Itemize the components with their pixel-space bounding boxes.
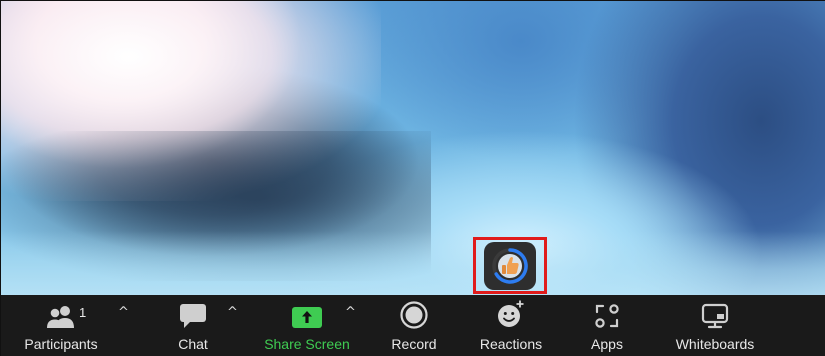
chat-options-caret[interactable]: ^ bbox=[227, 305, 238, 320]
reactions-label: Reactions bbox=[479, 336, 543, 352]
whiteboards-button[interactable]: Whiteboards bbox=[670, 295, 760, 356]
meeting-window: Participants 1 ^ Chat ^ Share Screen ^ R… bbox=[0, 0, 825, 356]
apps-button[interactable]: Apps bbox=[587, 295, 627, 356]
apps-icon bbox=[595, 304, 619, 328]
share-screen-options-caret[interactable]: ^ bbox=[345, 305, 356, 320]
chat-icon bbox=[180, 304, 206, 328]
participants-button[interactable]: Participants bbox=[20, 295, 102, 356]
share-screen-icon bbox=[292, 307, 322, 328]
video-feed bbox=[1, 1, 825, 295]
whiteboards-icon bbox=[701, 303, 729, 329]
participants-icon bbox=[47, 306, 74, 328]
chat-button[interactable]: Chat bbox=[172, 295, 214, 356]
share-screen-label: Share Screen bbox=[264, 336, 350, 352]
meeting-toolbar: Participants 1 ^ Chat ^ Share Screen ^ R… bbox=[1, 295, 825, 356]
share-screen-button[interactable]: Share Screen bbox=[261, 295, 353, 356]
video-blur-floor bbox=[1, 231, 825, 295]
record-button[interactable]: Record bbox=[387, 295, 441, 356]
record-icon bbox=[400, 301, 428, 329]
participants-label: Participants bbox=[24, 336, 98, 352]
chat-label: Chat bbox=[178, 336, 208, 352]
participant-count: 1 bbox=[79, 305, 87, 320]
record-label: Record bbox=[391, 336, 437, 352]
reaction-highlight-box bbox=[473, 237, 547, 294]
reactions-icon bbox=[498, 300, 524, 327]
whiteboards-label: Whiteboards bbox=[675, 336, 755, 352]
apps-label: Apps bbox=[591, 336, 623, 352]
participants-options-caret[interactable]: ^ bbox=[118, 305, 129, 320]
reactions-button[interactable]: Reactions bbox=[477, 295, 545, 356]
